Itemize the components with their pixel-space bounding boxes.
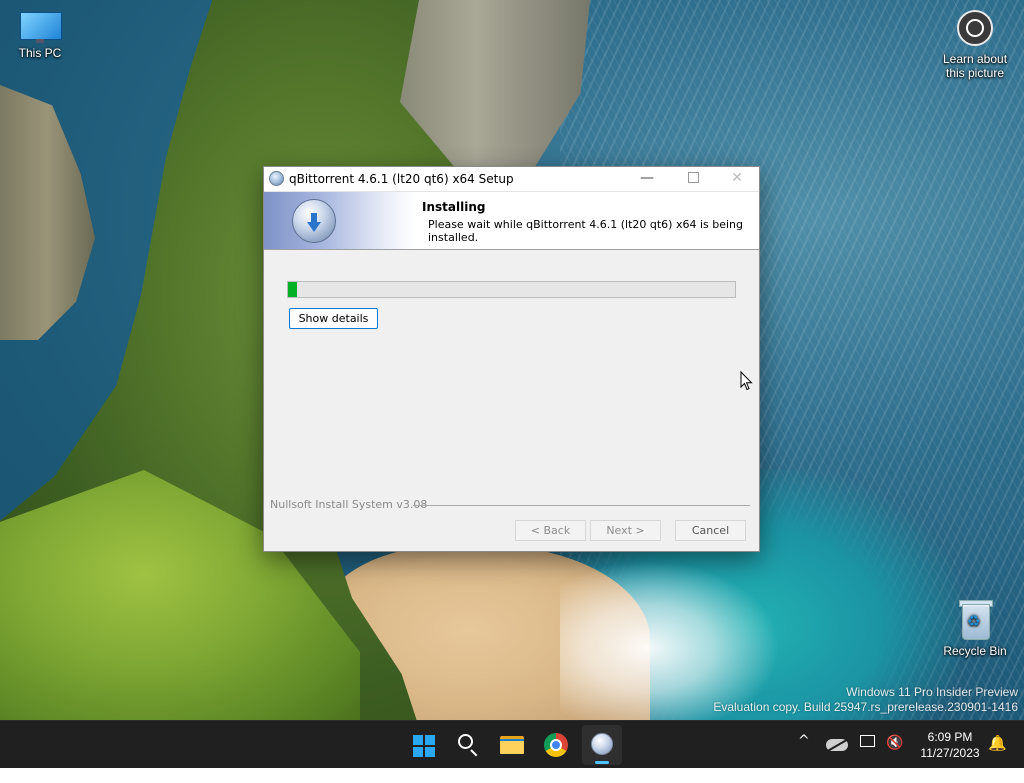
desktop-icon-recycle-bin[interactable]: ♻ Recycle Bin [940,598,1010,658]
install-progress-bar [287,281,736,298]
this-pc-label: This PC [18,46,62,60]
network-icon [860,735,875,747]
desktop-icon-this-pc[interactable]: This PC [10,10,70,60]
progress-fill [288,282,297,297]
header-banner [264,192,414,249]
bell-icon: 🔔 [988,734,1007,752]
start-button[interactable] [408,729,440,761]
taskbar-file-explorer[interactable] [496,729,528,761]
nsis-branding: Nullsoft Install System v3.08 [270,498,428,511]
show-hidden-icons-button[interactable]: ^ [798,733,810,781]
active-app-indicator [595,761,609,764]
chrome-icon [544,733,568,757]
close-button[interactable]: ✕ [714,167,760,191]
learn-about-picture-icon [957,10,993,46]
show-details-button[interactable]: Show details [289,308,378,329]
search-icon [458,734,473,749]
recycle-bin-label: Recycle Bin [943,644,1007,658]
maximize-icon [687,171,699,183]
watermark-build: Evaluation copy. Build 25947.rs_prerelea… [713,700,1018,714]
close-icon: ✕ [731,170,743,186]
left-cliff [0,85,95,340]
header-title: Installing [422,200,486,214]
watermark-edition: Windows 11 Pro Insider Preview [846,685,1018,699]
windows-start-icon [413,735,435,757]
taskbar-chrome[interactable] [540,729,572,761]
sound-tray-button[interactable]: 🔇 [886,735,903,783]
this-pc-icon [18,10,62,43]
taskbar: ^ 🔇 6:09 PM 11/27/2023 🔔 [0,720,1024,768]
minimize-button[interactable]: — [624,167,670,191]
speaker-muted-icon: 🔇 [886,735,904,751]
window-title: qBittorrent 4.6.1 (lt20 qt6) x64 Setup [289,172,514,186]
desktop-icon-learn-about-picture[interactable]: Learn about this picture [936,10,1014,80]
minimize-icon: — [640,170,654,186]
qbittorrent-app-icon [269,171,284,186]
title-bar[interactable]: qBittorrent 4.6.1 (lt20 qt6) x64 Setup —… [264,167,759,192]
taskbar-search-button[interactable] [452,729,484,761]
search-icon-handle [470,749,478,757]
folder-front [500,741,524,754]
cancel-button[interactable]: Cancel [675,520,746,541]
recycle-bin-icon: ♻ [958,598,993,640]
maximize-button [670,167,716,191]
header-subtitle: Please wait while qBittorrent 4.6.1 (lt2… [428,218,744,244]
installer-header: Installing Please wait while qBittorrent… [264,192,759,250]
clock-time: 6:09 PM [927,730,973,744]
installer-logo-icon [292,199,336,243]
taskbar-qbittorrent-installer[interactable] [582,725,622,765]
clock-date: 11/27/2023 [920,746,980,760]
chevron-up-icon: ^ [798,733,810,749]
installer-window[interactable]: qBittorrent 4.6.1 (lt20 qt6) x64 Setup —… [263,166,760,552]
taskbar-clock[interactable]: 6:09 PM 11/27/2023 [914,729,986,761]
windows-watermark: Windows 11 Pro Insider Preview Evaluatio… [713,685,1018,715]
learn-about-picture-label: Learn about this picture [942,52,1008,80]
back-button[interactable]: < Back [515,520,586,541]
qbittorrent-installer-icon [591,733,613,755]
next-button[interactable]: Next > [590,520,661,541]
notifications-button[interactable]: 🔔 [988,734,1007,782]
branding-divider [413,505,750,506]
